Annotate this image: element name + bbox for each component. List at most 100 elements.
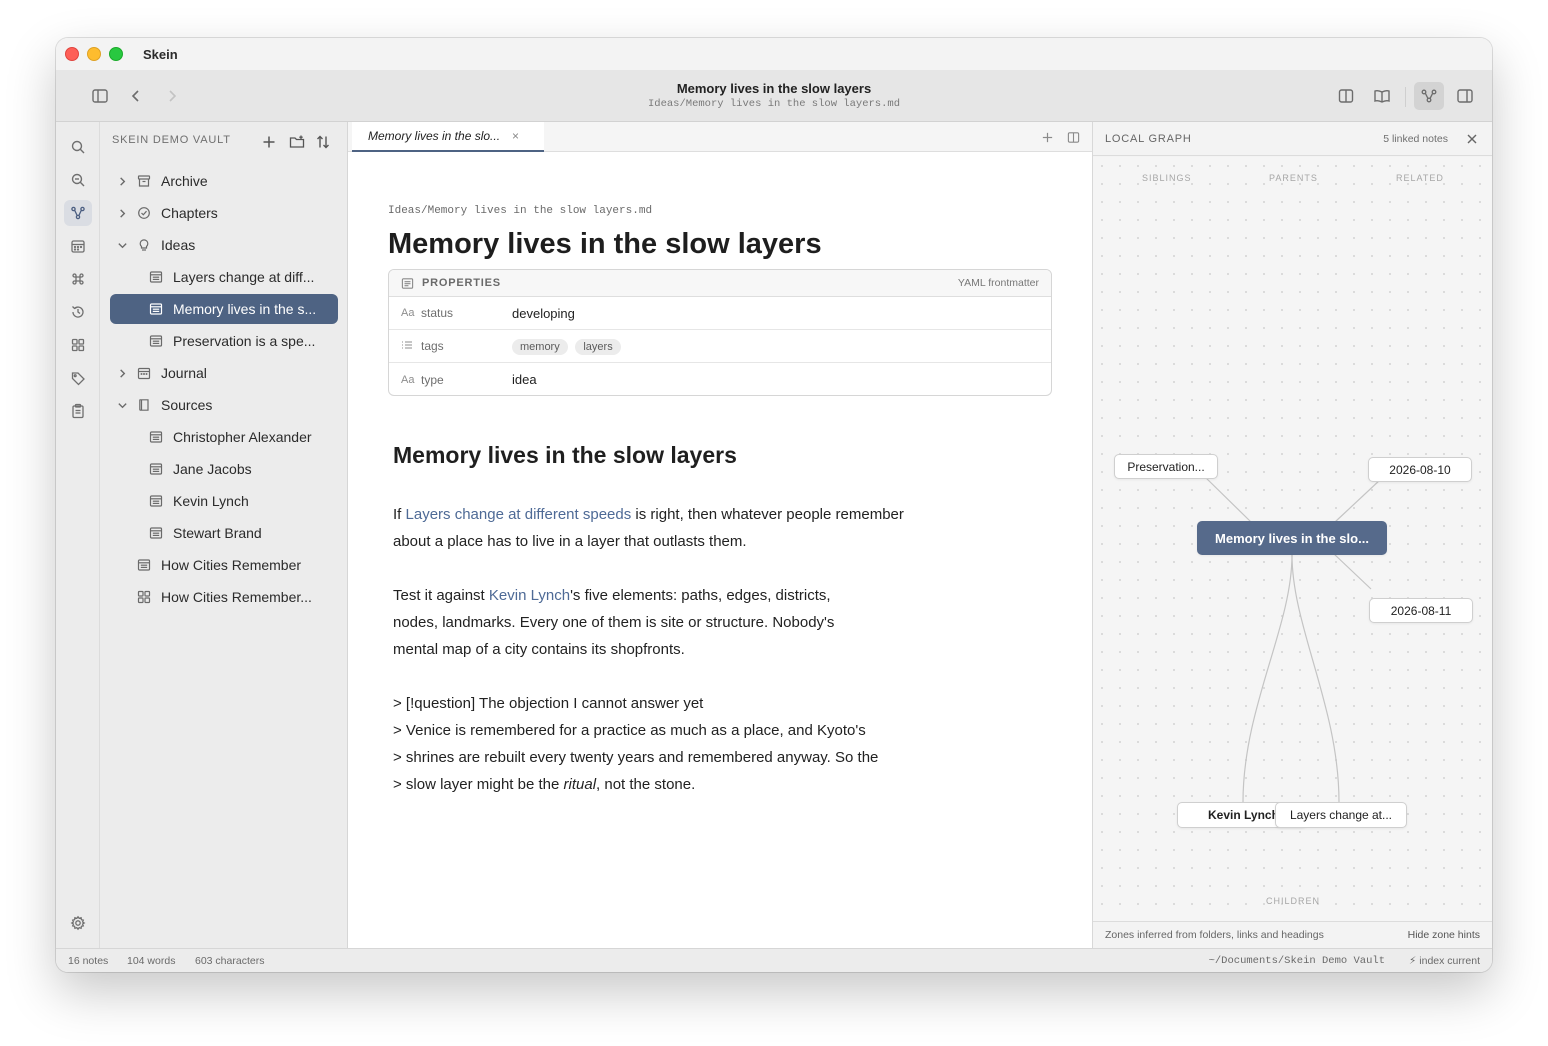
chevron-down-icon[interactable] [114, 237, 130, 253]
note-count: 16 notes [68, 955, 109, 967]
tree-note-stewart-brand[interactable]: Stewart Brand [110, 518, 338, 548]
tree-note-jane-jacobs[interactable]: Jane Jacobs [110, 454, 338, 484]
property-row-tags[interactable]: tags memory layers [389, 330, 1051, 363]
text-type-icon: Aa [401, 373, 415, 386]
text-span: , not the stone. [596, 776, 696, 793]
vault-path[interactable]: ~/Documents/Skein Demo Vault [1209, 955, 1385, 967]
hide-zone-hints-button[interactable]: Hide zone hints [1408, 929, 1480, 941]
editor-pane: Memory lives in the slo... × Ideas/Memor… [348, 122, 1092, 948]
split-view-icon[interactable] [1334, 84, 1358, 108]
tag-chip[interactable]: layers [575, 338, 621, 355]
tree-note-layers[interactable]: Layers change at diff... [110, 262, 338, 292]
graph-icon[interactable] [64, 200, 92, 226]
tree-item-label: How Cities Remember... [161, 589, 312, 605]
wikilink-layers-change[interactable]: Layers change at different speeds [406, 506, 632, 523]
graph-node-date-2026-08-11[interactable]: 2026-08-11 [1369, 598, 1473, 623]
linked-notes-count: 5 linked notes [1383, 133, 1448, 145]
zoom-search-icon[interactable] [64, 167, 92, 193]
tree-folder-archive[interactable]: Archive [110, 166, 338, 196]
grid-icon[interactable] [64, 332, 92, 358]
sort-icon[interactable] [313, 132, 333, 152]
tree-note-preservation[interactable]: Preservation is a spe... [110, 326, 338, 356]
icon-rail [56, 122, 100, 948]
index-status[interactable]: ⚡ index current [1409, 955, 1480, 967]
tree-item-label: Stewart Brand [173, 525, 262, 541]
text-type-icon: Aa [401, 307, 415, 319]
tree-canvas-how-cities-remember[interactable]: How Cities Remember... [110, 582, 338, 612]
tree-note-kevin-lynch[interactable]: Kevin Lynch [110, 486, 338, 516]
maximize-window-button[interactable] [109, 47, 123, 61]
tree-folder-ideas[interactable]: Ideas [110, 230, 338, 260]
minimize-window-button[interactable] [87, 47, 101, 61]
new-folder-icon[interactable] [287, 132, 307, 152]
command-icon[interactable] [64, 266, 92, 292]
chevron-right-icon[interactable] [114, 365, 130, 381]
document-heading[interactable]: Memory lives in the slow layers [388, 228, 822, 261]
property-value-type[interactable]: idea [512, 372, 537, 387]
graph-view-icon[interactable] [1414, 82, 1444, 110]
property-row-status[interactable]: Aa status developing [389, 297, 1051, 330]
property-row-type[interactable]: Aa type idea [389, 363, 1051, 395]
graph-node-preservation[interactable]: Preservation... [1114, 454, 1218, 479]
tab-memory-lives[interactable]: Memory lives in the slo... × [352, 122, 544, 152]
properties-panel: PROPERTIES YAML frontmatter Aa status de… [388, 269, 1052, 396]
tag-chip[interactable]: memory [512, 338, 568, 355]
search-icon[interactable] [64, 134, 92, 160]
tree-item-label: Ideas [161, 237, 196, 253]
edge-date1 [1334, 478, 1382, 523]
note-icon [148, 429, 164, 445]
graph-node-layers-change[interactable]: Layers change at... [1275, 802, 1407, 828]
tree-note-christopher-alexander[interactable]: Christopher Alexander [110, 422, 338, 452]
right-panel-toggle-icon[interactable] [1453, 84, 1477, 108]
tree-item-label: Kevin Lynch [173, 493, 249, 509]
split-pane-icon[interactable] [1064, 128, 1082, 146]
status-bar: 16 notes 104 words 603 characters ~/Docu… [56, 948, 1492, 972]
property-key: tags [401, 339, 512, 354]
history-icon[interactable] [64, 299, 92, 325]
tree-item-label: Preservation is a spe... [173, 333, 316, 349]
zone-hint-text: Zones inferred from folders, links and h… [1105, 929, 1324, 941]
tree-note-how-cities-remember[interactable]: How Cities Remember [110, 550, 338, 580]
clipboard-icon[interactable] [64, 398, 92, 424]
settings-gear-icon[interactable] [64, 910, 92, 936]
graph-footer: Zones inferred from folders, links and h… [1093, 921, 1492, 948]
tree-folder-journal[interactable]: Journal [110, 358, 338, 388]
note-icon [148, 269, 164, 285]
tree-folder-sources[interactable]: Sources [110, 390, 338, 420]
calendar-icon [136, 365, 152, 381]
graph-node-current-note[interactable]: Memory lives in the slo... [1197, 521, 1387, 555]
property-value-status[interactable]: developing [512, 306, 575, 321]
graph-node-date-2026-08-10[interactable]: 2026-08-10 [1368, 457, 1472, 482]
document-path: Ideas/Memory lives in the slow layers.md [647, 98, 901, 110]
close-icon[interactable] [1464, 131, 1480, 147]
frontmatter-format-label: YAML frontmatter [957, 277, 1039, 289]
reading-view-icon[interactable] [1370, 84, 1394, 108]
callout-line: > shrines are rebuilt every twenty years… [393, 749, 879, 766]
paragraph-2[interactable]: Test it against Kevin Lynch's five eleme… [393, 582, 853, 663]
app-name: Skein [143, 46, 178, 62]
edge-layers [1291, 554, 1340, 803]
property-key-label: type [421, 372, 444, 387]
paragraph-1[interactable]: If Layers change at different speeds is … [393, 501, 933, 555]
chevron-down-icon[interactable] [114, 397, 130, 413]
new-tab-icon[interactable] [1038, 128, 1056, 146]
chapters-icon [136, 205, 152, 221]
tag-icon[interactable] [64, 365, 92, 391]
tab-bar: Memory lives in the slo... × [348, 122, 1092, 152]
calendar-icon[interactable] [64, 233, 92, 259]
local-graph-panel: LOCAL GRAPH 5 linked notes SIBLINGS PARE… [1092, 122, 1492, 948]
document-title: Memory lives in the slow layers [676, 81, 872, 96]
new-note-icon[interactable] [259, 132, 279, 152]
tab-close-icon[interactable]: × [512, 129, 519, 143]
property-key: Aa status [401, 306, 512, 320]
chevron-right-icon[interactable] [114, 173, 130, 189]
tree-note-memory-selected[interactable]: Memory lives in the s... [110, 294, 338, 324]
close-window-button[interactable] [65, 47, 79, 61]
properties-header[interactable]: PROPERTIES YAML frontmatter [389, 270, 1051, 297]
chevron-right-icon[interactable] [114, 205, 130, 221]
body-heading[interactable]: Memory lives in the slow layers [393, 442, 737, 469]
tree-folder-chapters[interactable]: Chapters [110, 198, 338, 228]
wikilink-kevin-lynch[interactable]: Kevin Lynch [489, 587, 570, 604]
callout-block[interactable]: > [!question] The objection I cannot ans… [393, 690, 953, 798]
graph-canvas[interactable]: SIBLINGS PARENTS RELATED CHILDREN Preser… [1093, 157, 1492, 921]
